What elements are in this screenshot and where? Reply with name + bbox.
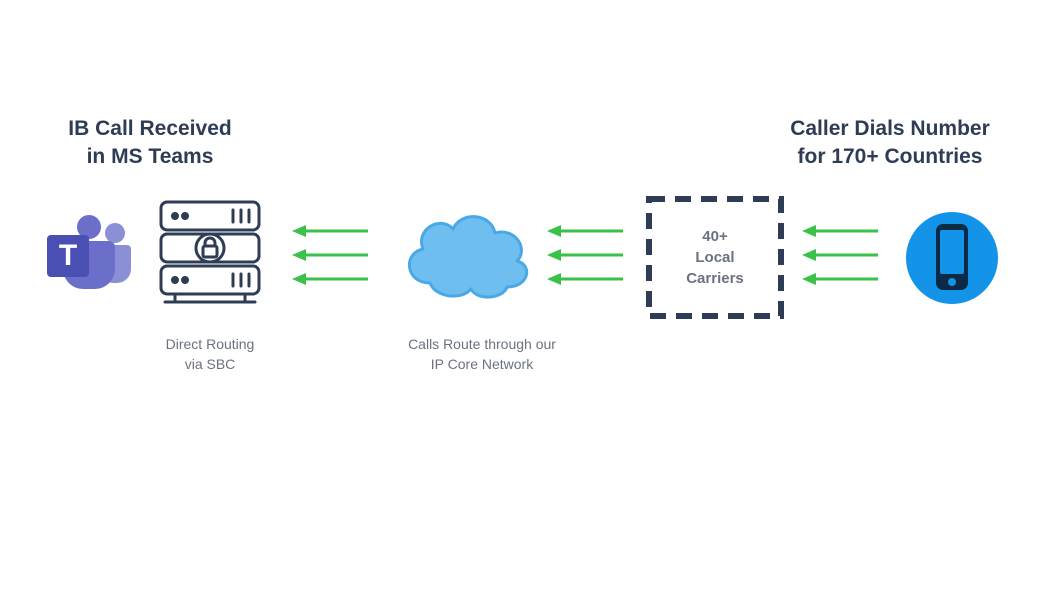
arrow-left-icon [800, 249, 880, 261]
arrow-left-icon [545, 273, 625, 285]
caption-cloud-line1: Calls Route through our [408, 336, 556, 352]
heading-right-line1: Caller Dials Number [790, 117, 990, 140]
arrow-left-icon [800, 273, 880, 285]
arrow-left-icon [545, 249, 625, 261]
arrow-left-icon [290, 273, 370, 285]
arrows-cloud-to-sbc [290, 225, 370, 285]
caption-sbc: Direct Routing via SBC [130, 335, 290, 374]
arrow-left-icon [290, 249, 370, 261]
mobile-phone-icon [904, 210, 1000, 306]
heading-left-line1: IB Call Received [68, 117, 231, 140]
caption-sbc-line1: Direct Routing [166, 336, 255, 352]
carriers-line3: Carriers [686, 268, 744, 289]
caption-cloud-line2: IP Core Network [431, 356, 533, 372]
arrows-carriers-to-cloud [545, 225, 625, 285]
arrow-left-icon [800, 225, 880, 237]
server-sbc-icon [155, 198, 265, 313]
heading-caller-dials: Caller Dials Number for 170+ Countries [770, 115, 1010, 172]
local-carriers-box: 40+ Local Carriers [645, 195, 785, 320]
caption-cloud: Calls Route through our IP Core Network [382, 335, 582, 374]
carriers-count: 40+ [686, 226, 744, 247]
arrows-phone-to-carriers [800, 225, 880, 285]
heading-left-line2: in MS Teams [87, 145, 214, 168]
caption-sbc-line2: via SBC [185, 356, 236, 372]
arrow-left-icon [290, 225, 370, 237]
cloud-network-icon [395, 205, 535, 305]
ms-teams-icon: T [45, 215, 135, 295]
teams-letter: T [59, 239, 77, 272]
arrow-left-icon [545, 225, 625, 237]
heading-right-line2: for 170+ Countries [798, 145, 983, 168]
heading-ib-call: IB Call Received in MS Teams [50, 115, 250, 172]
carriers-line2: Local [686, 247, 744, 268]
call-flow-diagram: IB Call Received in MS Teams Caller Dial… [0, 0, 1050, 600]
